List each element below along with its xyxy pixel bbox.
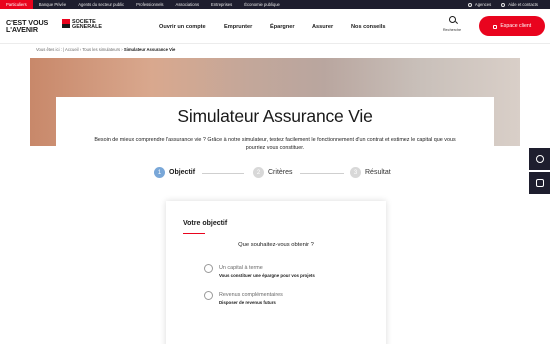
segment-associations[interactable]: Associations (170, 0, 206, 9)
stepper-line (202, 173, 244, 174)
location-icon (467, 2, 472, 7)
aide-link[interactable]: Aide et contacts (501, 2, 538, 7)
nav-epargner[interactable]: Épargner (270, 24, 295, 30)
page-title: Simulateur Assurance Vie (177, 106, 373, 126)
help-icon (501, 2, 506, 7)
option-sublabel: Vous constituer une épargne pour vos pro… (219, 273, 315, 278)
main-header: C'EST VOUS L'AVENIR SOCIETE GENERALE Ouv… (0, 9, 550, 44)
step-criteres[interactable]: 2 Critères (253, 167, 293, 178)
appointment-widget-button[interactable] (529, 172, 550, 194)
step-objectif[interactable]: 1 Objectif (154, 167, 195, 178)
top-utility-bar: Particuliers Banque Privée Agents du sec… (0, 0, 550, 9)
sg-logo-icon (62, 19, 70, 28)
brand-name: SOCIETE GENERALE (72, 19, 102, 31)
search-button[interactable]: Recherche (440, 16, 464, 32)
breadcrumb-accueil[interactable]: Accueil (65, 47, 79, 52)
espace-client-button[interactable]: Espace client (479, 16, 545, 36)
form-question: Que souhaitez-vous obtenir ? (238, 242, 314, 248)
breadcrumb: Vous êtes ici : | Accueil › Tous les sim… (36, 47, 176, 52)
page-description: Besoin de mieux comprendre l'assurance v… (94, 137, 456, 151)
option-label[interactable]: Un capital à terme (219, 265, 263, 271)
form-title: Votre objectif (183, 220, 228, 227)
chat-icon (535, 155, 544, 163)
title-underline (183, 233, 205, 234)
radio-revenus-complementaires[interactable] (204, 291, 213, 300)
nav-ouvrir-compte[interactable]: Ouvrir un compte (159, 24, 206, 30)
stepper-line (300, 173, 344, 174)
segment-particuliers[interactable]: Particuliers (0, 0, 33, 9)
segment-secteur-public[interactable]: Agents du secteur public (72, 0, 130, 9)
breadcrumb-current: Simulateur Assurance Vie (123, 47, 176, 52)
tagline-logo[interactable]: C'EST VOUS L'AVENIR (6, 19, 48, 33)
step-resultat[interactable]: 3 Résultat (350, 167, 391, 178)
radio-capital-terme[interactable] (204, 264, 213, 273)
option-label[interactable]: Revenus complémentaires (219, 292, 283, 298)
option-sublabel: Disposer de revenus futurs (219, 300, 276, 305)
segment-banque-privee[interactable]: Banque Privée (33, 0, 72, 9)
nav-nos-conseils[interactable]: Nos conseils (351, 24, 386, 30)
lock-icon (492, 24, 498, 29)
nav-assurer[interactable]: Assurer (312, 24, 333, 30)
chat-widget-button[interactable] (529, 148, 550, 170)
nav-emprunter[interactable]: Emprunter (224, 24, 252, 30)
segment-economie-publique[interactable]: Économie publique (238, 0, 286, 9)
calendar-icon (535, 179, 544, 187)
segment-professionnels[interactable]: Professionnels (130, 0, 169, 9)
search-icon (448, 16, 456, 23)
segment-entreprises[interactable]: Entreprises (205, 0, 238, 9)
agences-link[interactable]: Agences (467, 2, 491, 7)
breadcrumb-simulateurs[interactable]: Tous les simulateurs (82, 47, 120, 52)
